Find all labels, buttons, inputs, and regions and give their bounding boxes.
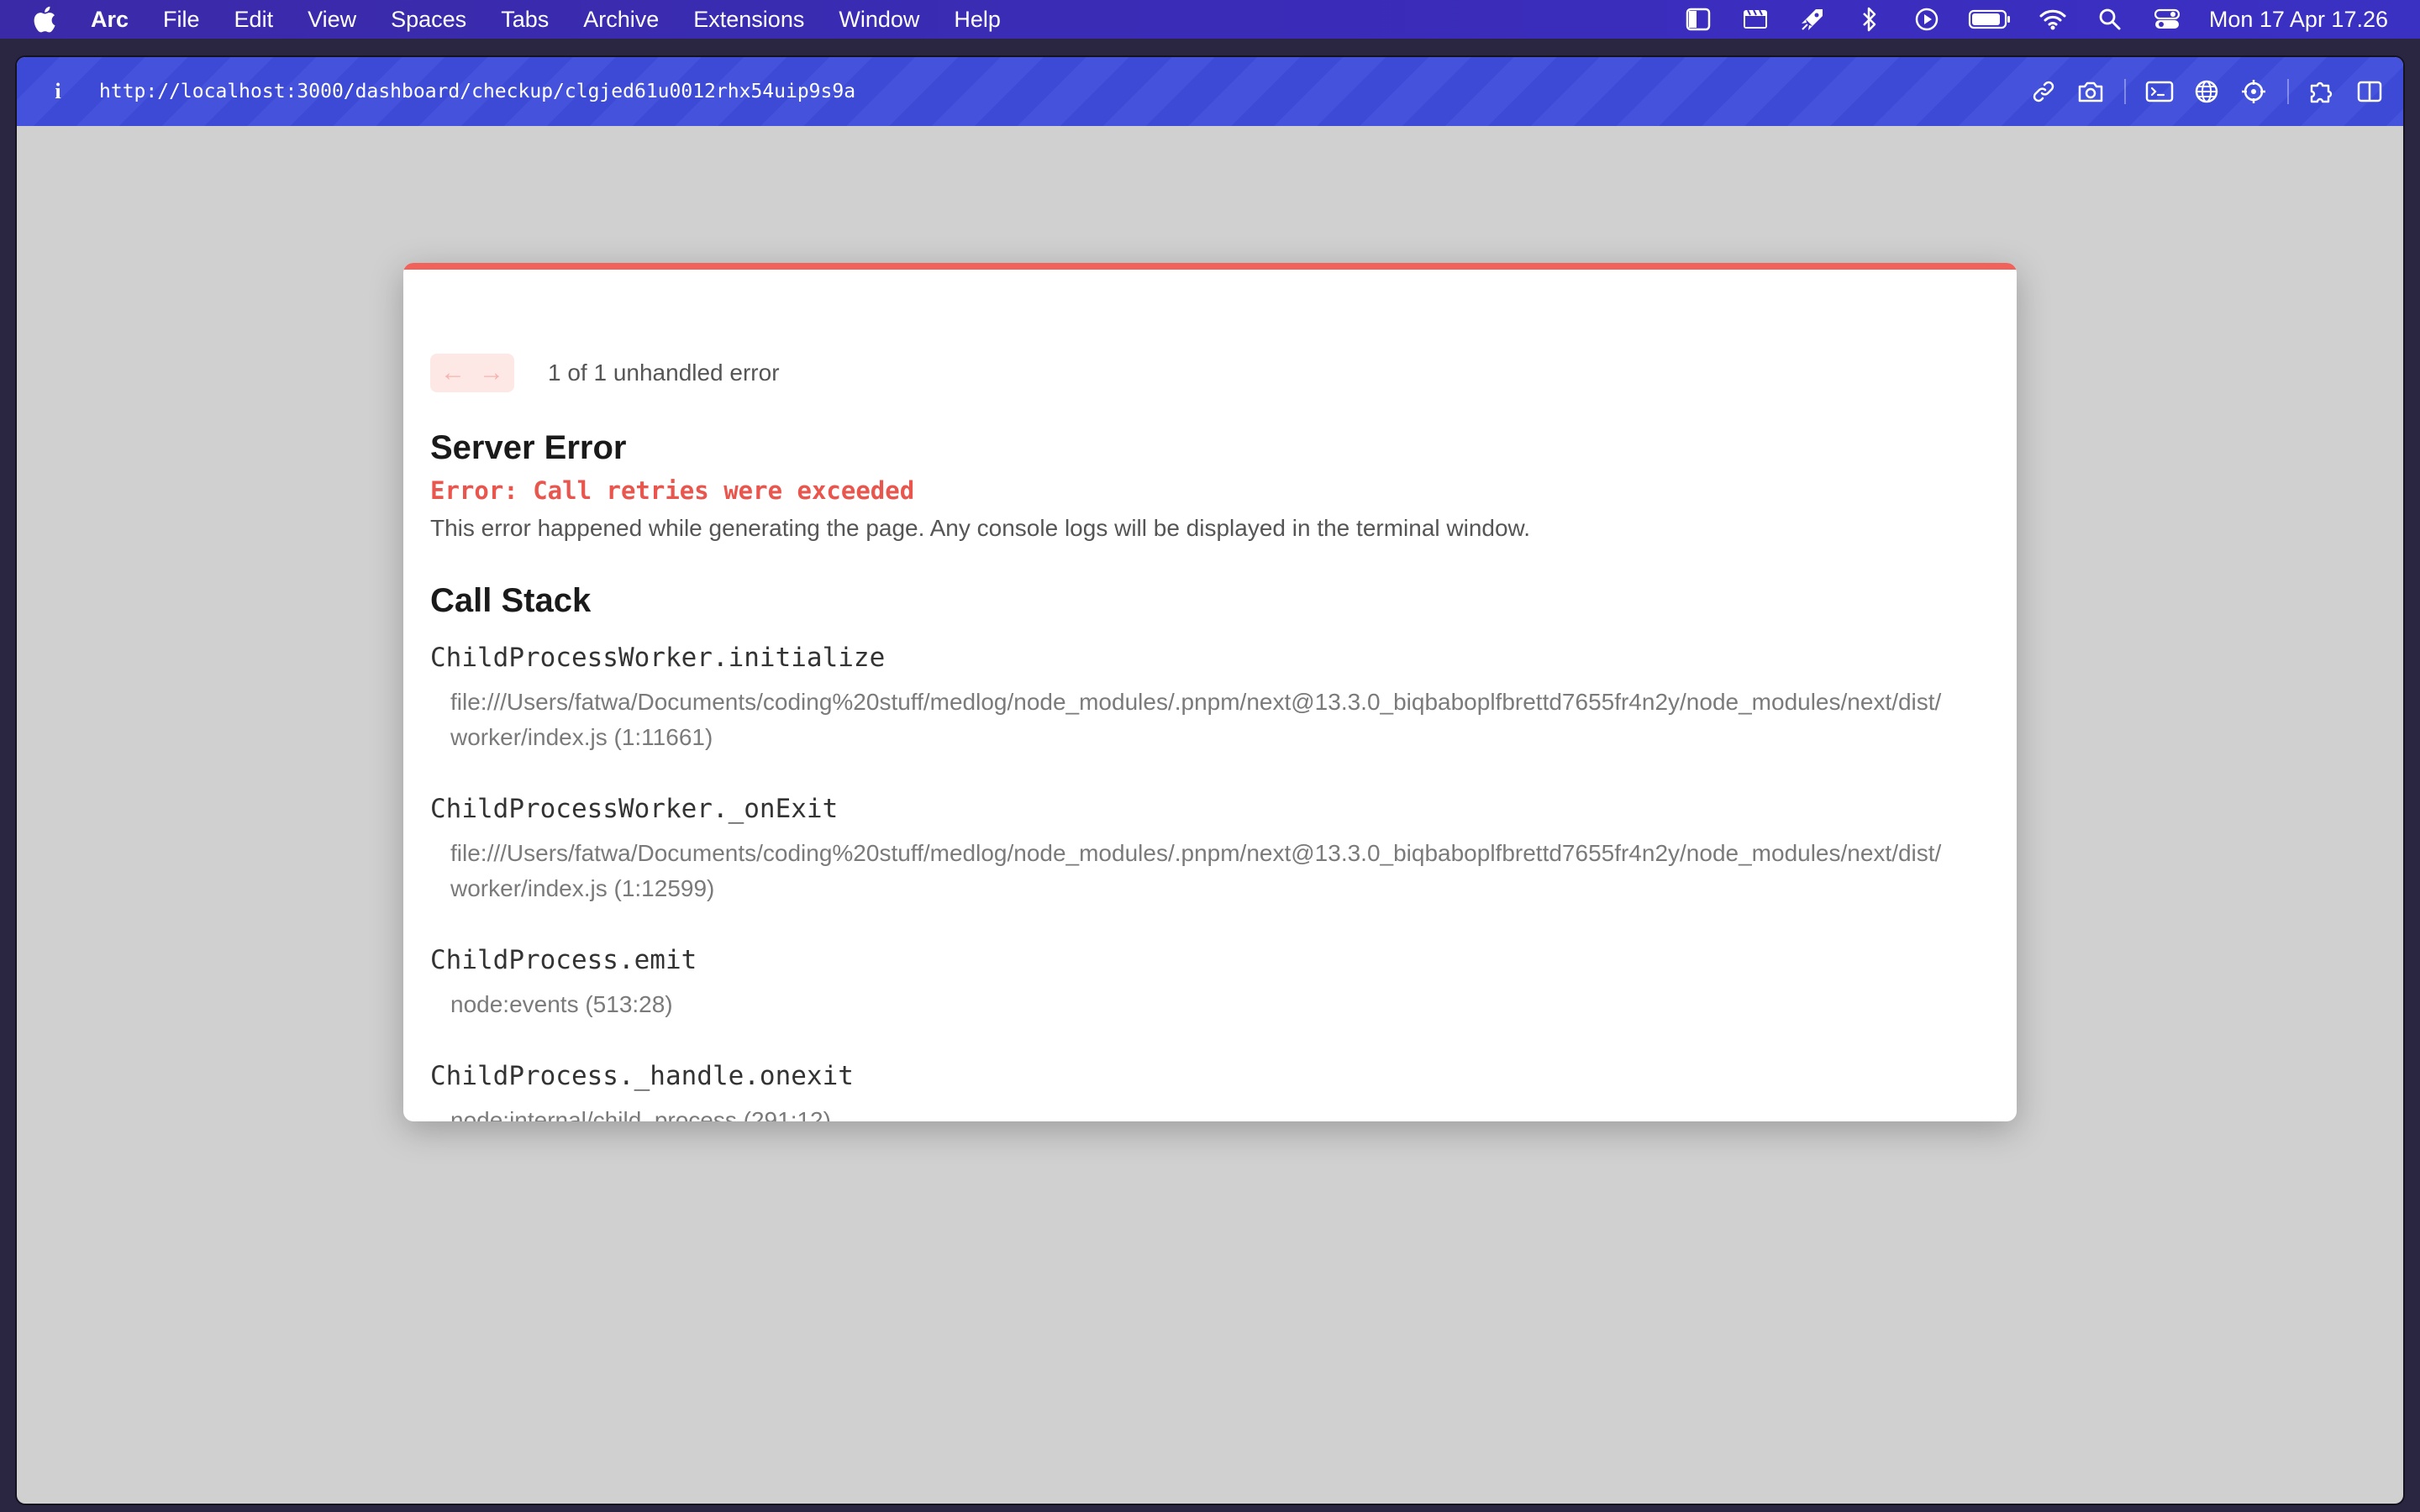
stack-frame-function: ChildProcessWorker._onExit [430, 794, 839, 824]
rocket-icon[interactable] [1796, 5, 1829, 34]
site-info-icon[interactable]: i [45, 79, 71, 104]
stack-frame[interactable]: ChildProcessWorker._onExit file:///Users… [430, 794, 1941, 906]
terminal-icon[interactable] [2143, 75, 2176, 108]
error-description: This error happened while generating the… [430, 515, 1531, 541]
stack-frame-function: ChildProcess._handle.onexit [430, 1061, 854, 1091]
clapperboard-icon[interactable] [1739, 5, 1772, 34]
stack-frame[interactable]: ChildProcess._handle.onexit node:interna… [430, 1061, 854, 1121]
stack-frame-location[interactable]: file:///Users/fatwa/Documents/coding%20s… [450, 836, 1941, 906]
crosshair-icon[interactable] [2237, 75, 2270, 108]
search-icon[interactable] [2093, 5, 2127, 34]
stack-frame-location[interactable]: node:events (513:28) [450, 987, 697, 1022]
stack-frame-location-line: file:///Users/fatwa/Documents/coding%20s… [450, 689, 1942, 715]
menu-window[interactable]: Window [839, 7, 919, 33]
menu-file[interactable]: File [163, 7, 200, 33]
control-center-icon[interactable] [2150, 5, 2184, 34]
error-count: 1 of 1 unhandled error [548, 360, 780, 386]
camera-icon[interactable] [2074, 75, 2107, 108]
stack-frame-location[interactable]: file:///Users/fatwa/Documents/coding%20s… [450, 685, 1941, 755]
menu-archive[interactable]: Archive [583, 7, 659, 33]
next-error-button[interactable]: → [472, 354, 511, 392]
stack-frame-location-line: node:events (513:28) [450, 991, 673, 1017]
error-nav-buttons: ← → [430, 354, 514, 392]
toolbar-separator [2287, 79, 2289, 104]
stack-frame-location-line: node:internal/child_process (291:12) [450, 1107, 831, 1121]
apple-logo-icon[interactable] [30, 5, 57, 34]
battery-icon[interactable] [1967, 5, 2012, 34]
stack-frame[interactable]: ChildProcess.emit node:events (513:28) [430, 945, 697, 1022]
screen: Arc File Edit View Spaces Tabs Archive E… [0, 0, 2420, 1512]
error-accent-bar [403, 263, 2017, 270]
toolbar-tools [2013, 75, 2403, 108]
stack-frame-function: ChildProcess.emit [430, 945, 697, 975]
error-message: Error: Call retries were exceeded [430, 476, 915, 505]
stack-frame-location-line: worker/index.js (1:12599) [450, 875, 715, 901]
menu-spaces[interactable]: Spaces [391, 7, 466, 33]
menu-app-name[interactable]: Arc [91, 7, 129, 33]
globe-icon[interactable] [2190, 75, 2223, 108]
browser-window: i http://localhost:3000/dashboard/checku… [17, 57, 2403, 1504]
menu-bar-clock[interactable]: Mon 17 Apr 17.26 [2209, 7, 2388, 33]
menu-edit[interactable]: Edit [234, 7, 274, 33]
menu-tabs[interactable]: Tabs [501, 7, 549, 33]
previous-error-button[interactable]: ← [434, 354, 472, 392]
split-view-icon[interactable] [2353, 75, 2386, 108]
error-title: Server Error [430, 429, 627, 466]
menu-view[interactable]: View [308, 7, 356, 33]
stack-frame-function: ChildProcessWorker.initialize [430, 643, 886, 673]
toolbar-separator [2124, 79, 2126, 104]
play-circle-icon[interactable] [1910, 5, 1944, 34]
wifi-icon[interactable] [2036, 5, 2070, 34]
stack-frame-location-line: worker/index.js (1:11661) [450, 724, 713, 750]
menu-extensions[interactable]: Extensions [693, 7, 804, 33]
stack-frame[interactable]: ChildProcessWorker.initialize file:///Us… [430, 643, 1941, 755]
menu-bar-left: Arc File Edit View Spaces Tabs Archive E… [0, 5, 1035, 34]
sidebar-icon[interactable] [1681, 5, 1715, 34]
stack-frame-location[interactable]: node:internal/child_process (291:12) [450, 1103, 854, 1121]
menu-bar: Arc File Edit View Spaces Tabs Archive E… [0, 0, 2420, 39]
copy-link-icon[interactable] [2027, 75, 2060, 108]
call-stack-title: Call Stack [430, 582, 592, 619]
menu-bar-right: Mon 17 Apr 17.26 [1658, 5, 2420, 34]
error-dialog: ← → 1 of 1 unhandled error Server Error … [403, 263, 2017, 1121]
bluetooth-icon[interactable] [1853, 5, 1886, 34]
address-bar-url[interactable]: http://localhost:3000/dashboard/checkup/… [99, 81, 855, 102]
browser-toolbar: i http://localhost:3000/dashboard/checku… [17, 57, 2403, 126]
error-pagination: ← → 1 of 1 unhandled error [430, 354, 780, 392]
menu-help[interactable]: Help [954, 7, 1001, 33]
extensions-icon[interactable] [2306, 75, 2339, 108]
stack-frame-location-line: file:///Users/fatwa/Documents/coding%20s… [450, 840, 1942, 866]
